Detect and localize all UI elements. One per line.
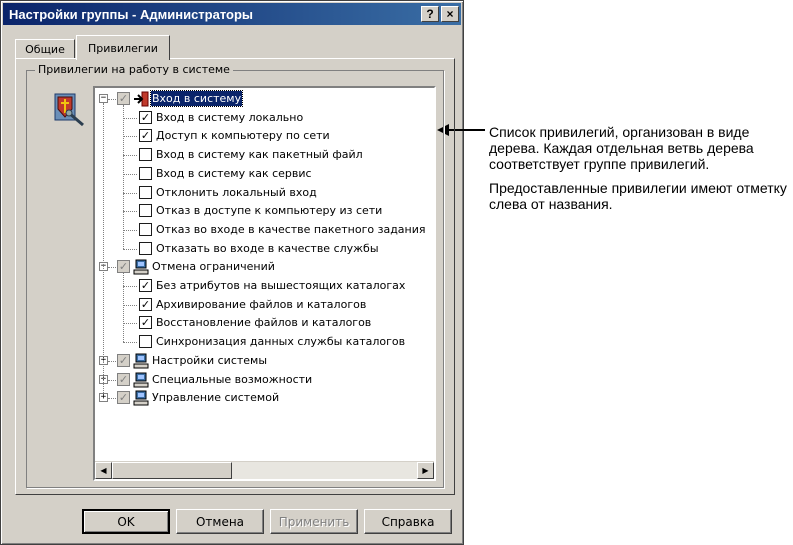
tree-group-row[interactable]: + ✓ Управление системой [95,389,434,407]
tree-item-row[interactable]: Отказ во входе в качестве пакетного зада… [95,221,434,239]
tree-group-label: Специальные возможности [152,372,313,386]
privilege-checkbox[interactable] [139,335,152,349]
privilege-checkbox[interactable]: ✓ [139,279,152,292]
tree-item-label: Отказ во входе в качестве пакетного зада… [156,222,426,236]
scroll-left-button[interactable]: ◀ [95,462,112,479]
privilege-checkbox[interactable] [139,148,152,162]
scroll-right-button[interactable]: ▶ [417,462,434,479]
privilege-checkbox[interactable] [139,222,152,236]
tree-group-row[interactable]: + ✓ Специальные возможности [95,371,434,389]
privilege-checkbox[interactable]: ✓ [139,129,152,143]
tree-item-label: Восстановление файлов и каталогов [156,316,372,330]
tree-item-label: Отклонить локальный вход [156,185,317,199]
annotation-paragraph-2: Предоставленные привилегии имеют отметку… [489,180,787,212]
tree-item-label: Вход в систему локально [156,110,304,124]
group-checkbox[interactable]: ✓ [117,391,130,405]
privilege-checkbox[interactable] [139,204,152,218]
window-title: Настройки группы - Администраторы [9,6,254,22]
group-checkbox[interactable]: ✓ [117,92,130,105]
login-arrow-icon [134,91,149,107]
collapse-icon[interactable]: − [99,94,108,103]
cancel-button[interactable]: Отмена [176,509,264,534]
computer-icon [133,390,149,406]
computer-icon [133,372,149,387]
tree-item-label: Синхронизация данных службы каталогов [156,335,406,349]
help-button[interactable]: ? [421,6,439,22]
tab-privileges-label: Привилегии [88,41,158,55]
tree-item-row[interactable]: Вход в систему как сервис [95,165,434,183]
tree-item-row[interactable]: ✓ Вход в систему локально [95,109,434,127]
tree-item-row[interactable]: ✓ Без атрибутов на вышестоящих каталогах [95,277,434,295]
tree-item-row[interactable]: Вход в систему как пакетный файл [95,146,434,164]
tree-item-row[interactable]: ✓ Архивирование файлов и каталогов [95,296,434,314]
expand-icon[interactable]: + [99,393,108,403]
computer-icon [133,259,149,275]
tree-group-row[interactable]: − ✓ Вход в систему [95,90,434,108]
tree-item-row[interactable]: ✓ Доступ к компьютеру по сети [95,127,434,145]
tree-content: − ✓ Вход в систему ✓ Вход в систему локально… [95,88,434,460]
tree-item-label: Вход в систему как сервис [156,166,312,180]
group-checkbox[interactable]: ✓ [117,372,130,386]
tree-group-row[interactable]: − ✓ Отмена ограничений [95,258,434,276]
tree-item-row[interactable]: Отклонить локальный вход [95,184,434,202]
tree-item-label: Отказ в доступе к компьютеру из сети [156,204,383,218]
group-settings-dialog: Настройки группы - Администраторы ? × Об… [0,0,464,545]
tree-item-row[interactable]: Отказать во входе в качестве службы [95,240,434,258]
computer-icon [133,353,149,369]
help-dialog-button[interactable]: Справка [364,509,452,534]
privilege-checkbox[interactable]: ✓ [139,110,152,124]
scroll-thumb[interactable] [112,462,232,479]
privileges-tree[interactable]: − ✓ Вход в систему ✓ Вход в систему локально… [93,86,436,481]
privilege-checkbox[interactable]: ✓ [139,297,152,311]
tree-group-label: Отмена ограничений [152,260,275,274]
privilege-checkbox[interactable]: ✓ [139,316,152,330]
title-bar[interactable]: Настройки группы - Администраторы ? × [3,3,461,25]
privileges-groupbox: Привилегии на работу в системе − ✓ Вход в … [26,63,444,488]
tree-group-label: Управление системой [152,391,280,405]
shield-key-icon [54,93,84,127]
tree-group-row[interactable]: + ✓ Настройки системы [95,352,434,370]
tree-item-row[interactable]: Синхронизация данных службы каталогов [95,333,434,351]
annotation-paragraph-1: Список привилегий, организован в виде де… [489,124,754,172]
apply-button[interactable]: Применить [270,509,358,534]
annotation-text: Список привилегий, организован в виде де… [489,124,789,212]
tree-group-label: Вход в систему [149,90,244,107]
tree-item-label: Вход в систему как пакетный файл [156,148,363,162]
tree-item-row[interactable]: ✓ Восстановление файлов и каталогов [95,314,434,332]
ok-button[interactable]: OK [82,509,170,534]
group-checkbox[interactable]: ✓ [117,260,130,274]
tree-item-label: Без атрибутов на вышестоящих каталогах [156,279,406,292]
tree-group-label: Настройки системы [152,353,268,367]
group-checkbox[interactable]: ✓ [117,353,130,367]
tree-item-label: Доступ к компьютеру по сети [156,129,330,143]
groupbox-label: Привилегии на работу в системе [35,63,233,76]
tab-privileges[interactable]: Привилегии [76,35,170,60]
privilege-checkbox[interactable] [139,241,152,255]
horizontal-scrollbar[interactable]: ◀ ▶ [95,461,434,479]
tree-item-label: Архивирование файлов и каталогов [156,297,367,311]
tree-item-row[interactable]: Отказ в доступе к компьютеру из сети [95,202,434,220]
privilege-checkbox[interactable] [139,166,152,180]
tab-general[interactable]: Общие [15,39,75,59]
privileges-panel: Привилегии на работу в системе − ✓ Вход в … [15,58,455,495]
close-button[interactable]: × [441,6,459,22]
tree-item-label: Отказать во входе в качестве службы [156,241,379,255]
privilege-checkbox[interactable] [139,185,152,199]
tab-general-label: Общие [25,43,65,56]
